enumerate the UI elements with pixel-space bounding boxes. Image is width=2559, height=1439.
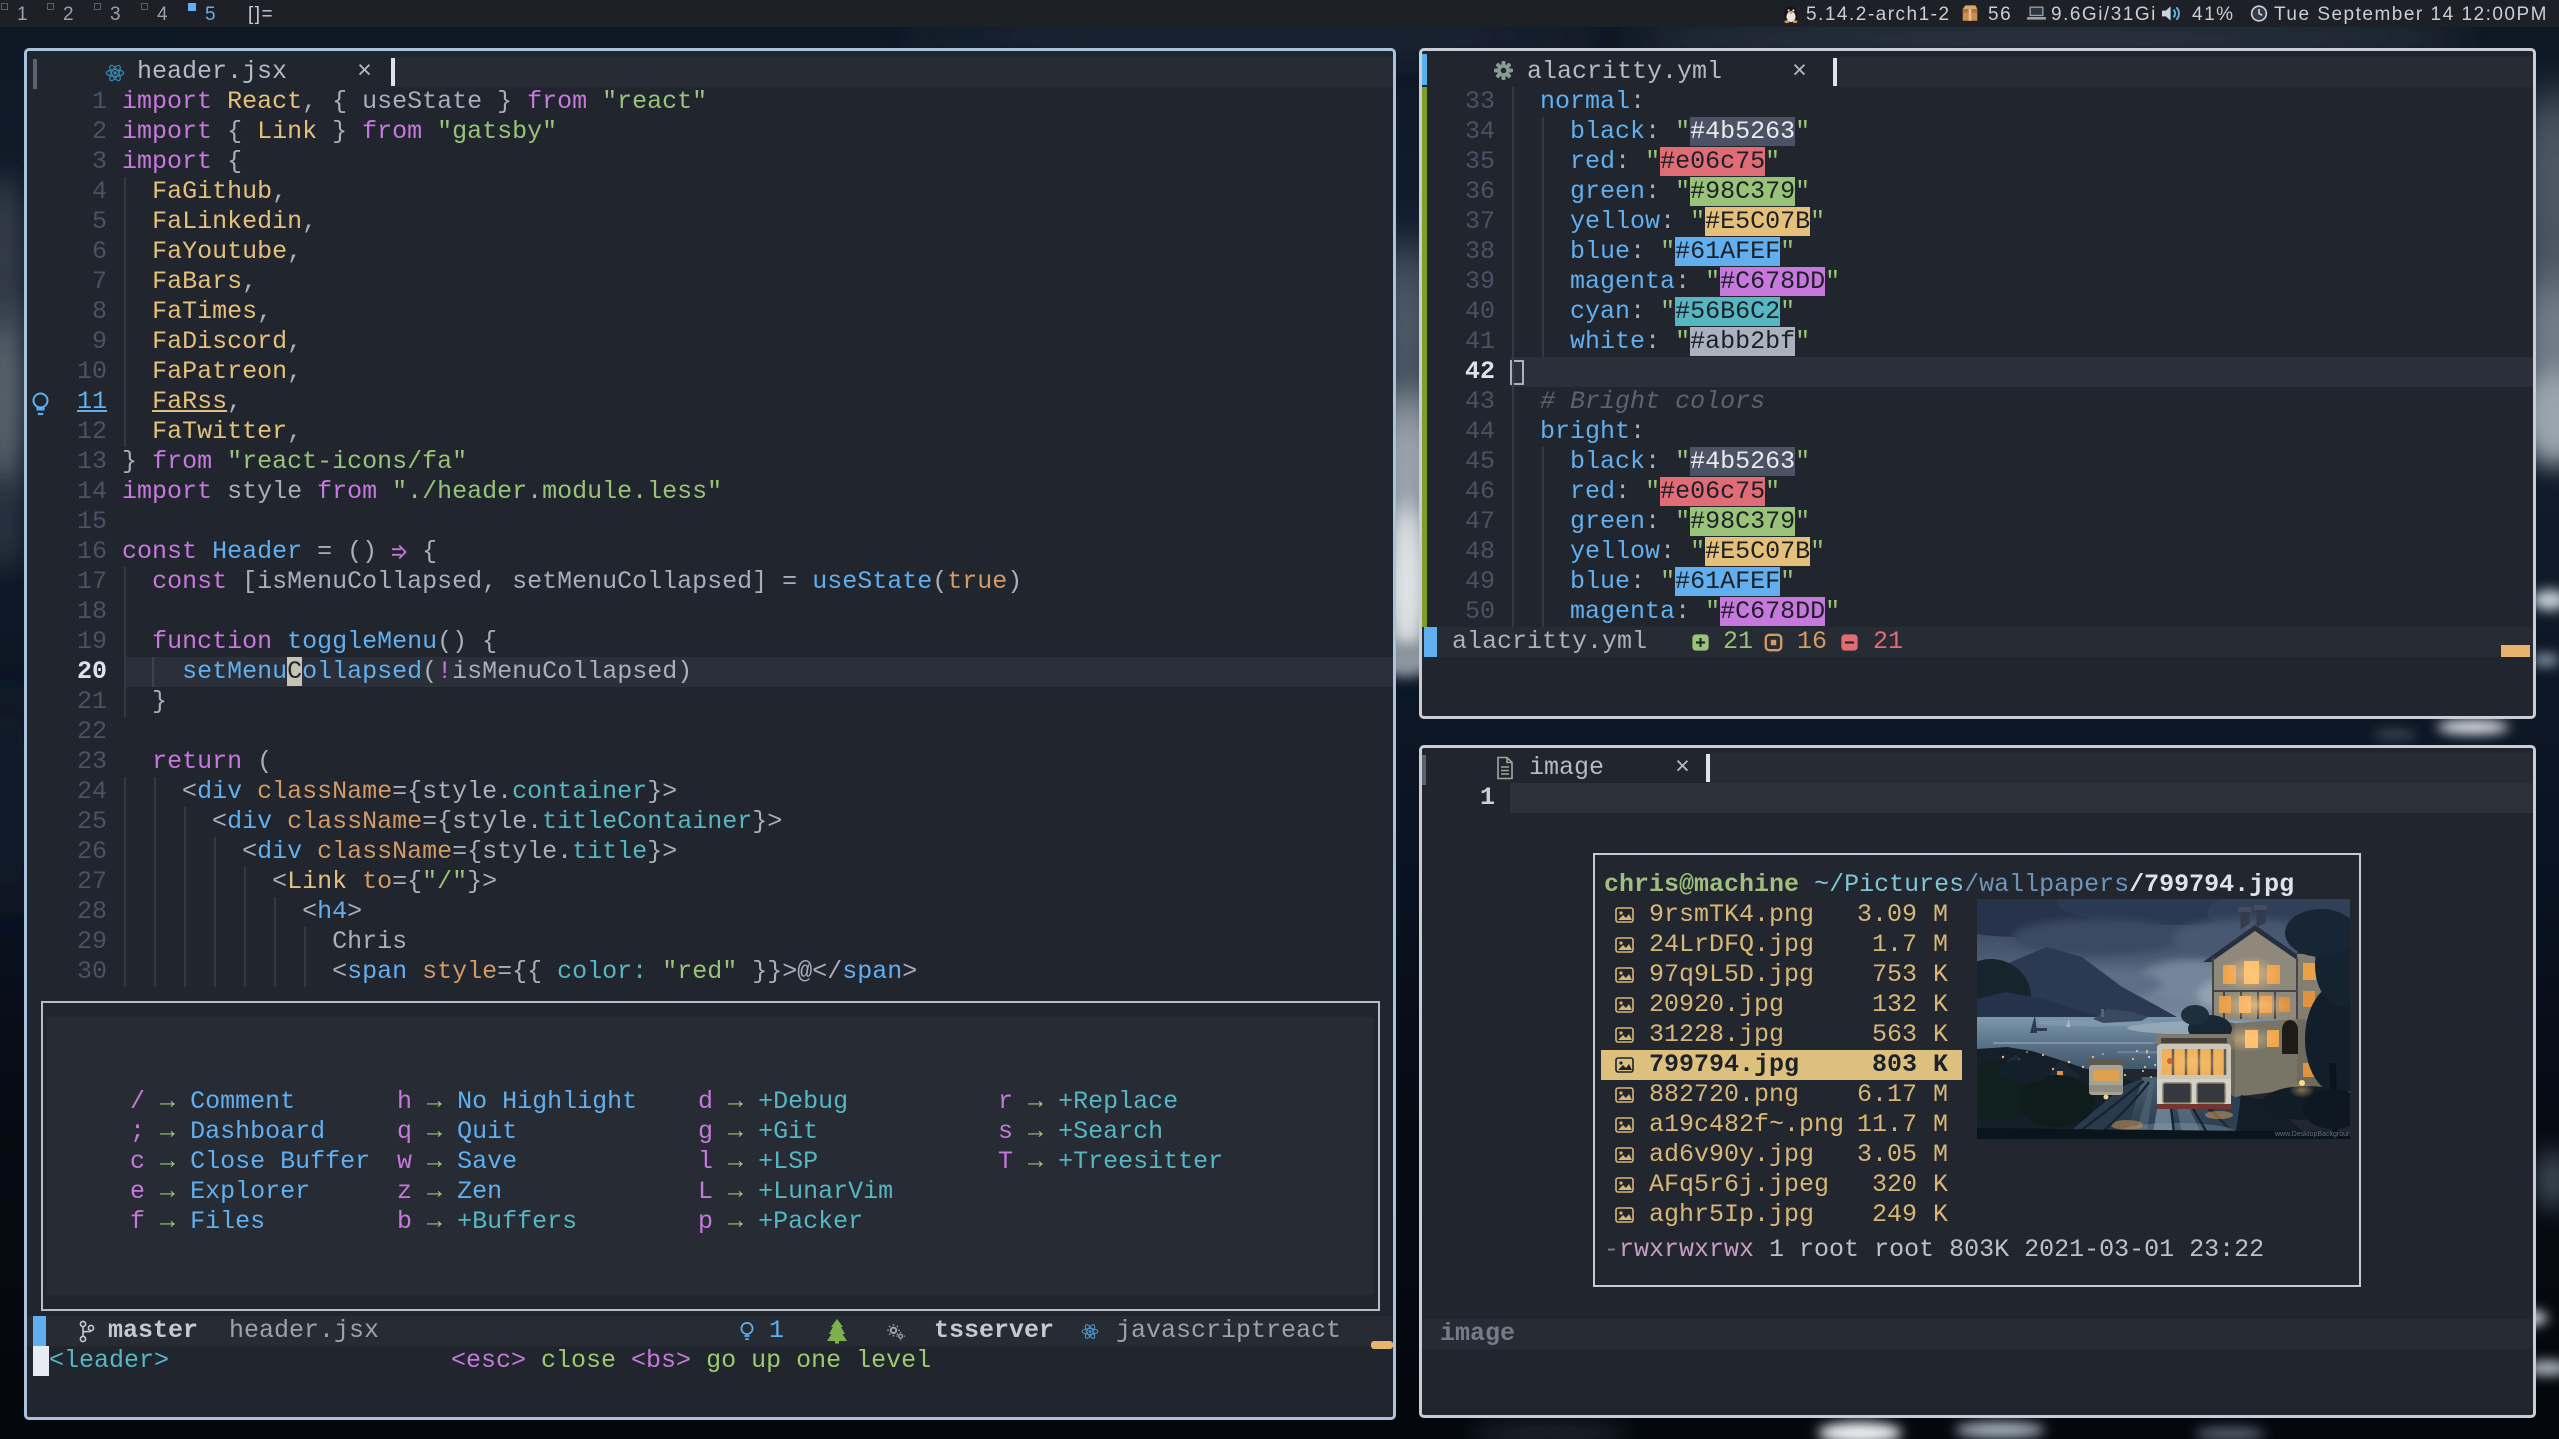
- svg-text:www.DesktopBackground.org: www.DesktopBackground.org: [2274, 1131, 2350, 1138]
